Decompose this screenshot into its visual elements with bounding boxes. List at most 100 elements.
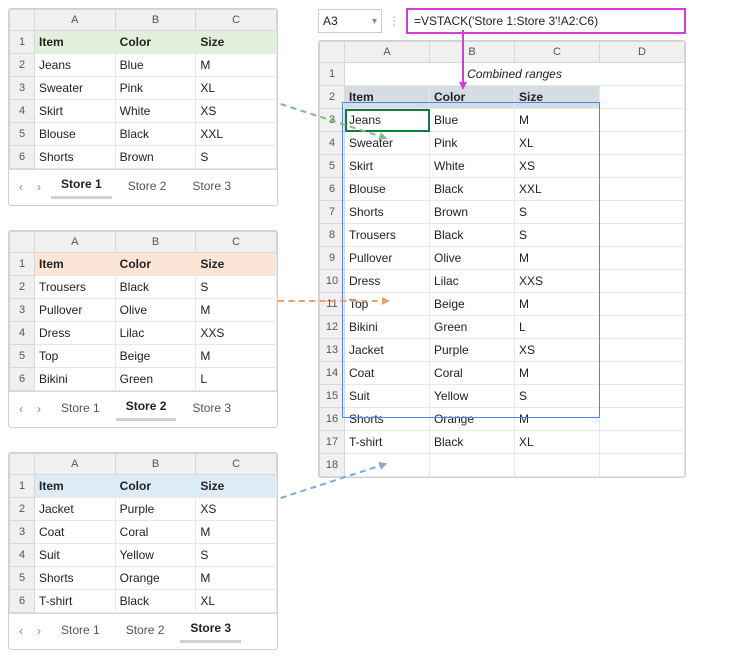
column-header[interactable]: B [115,10,196,31]
empty-cell[interactable] [600,201,685,224]
select-all[interactable] [320,42,345,63]
data-cell[interactable]: Green [430,316,515,339]
data-cell[interactable]: Jeans [35,54,116,77]
data-cell[interactable]: XL [515,431,600,454]
data-cell[interactable]: XXL [196,123,277,146]
data-cell[interactable]: XL [515,132,600,155]
row-header[interactable]: 1 [320,63,345,86]
row-header[interactable]: 6 [10,368,35,391]
data-cell[interactable]: Coral [430,362,515,385]
row-header[interactable]: 4 [320,132,345,155]
data-cell[interactable]: Dress [35,322,116,345]
tab-prev-icon[interactable]: ‹ [15,402,27,416]
data-cell[interactable]: Suit [345,385,430,408]
row-header[interactable]: 5 [10,345,35,368]
sheet-tab[interactable]: Store 2 [116,620,175,642]
header-cell[interactable]: Color [115,475,196,498]
row-header[interactable]: 2 [10,54,35,77]
data-cell[interactable]: S [515,385,600,408]
data-cell[interactable]: Blouse [35,123,116,146]
data-cell[interactable]: S [515,224,600,247]
select-all[interactable] [10,232,35,253]
data-cell[interactable]: Blouse [345,178,430,201]
data-cell[interactable]: Jacket [345,339,430,362]
header-cell[interactable]: Size [196,253,277,276]
row-header[interactable]: 6 [10,590,35,613]
header-cell[interactable]: Item [35,253,116,276]
data-cell[interactable]: Suit [35,544,116,567]
row-header[interactable]: 2 [10,276,35,299]
row-header[interactable]: 9 [320,247,345,270]
row-header[interactable]: 14 [320,362,345,385]
empty-cell[interactable] [600,224,685,247]
header-cell[interactable]: Size [196,475,277,498]
row-header[interactable]: 5 [320,155,345,178]
row-header[interactable]: 10 [320,270,345,293]
title-cell[interactable]: Combined ranges [345,63,685,86]
row-header[interactable]: 2 [10,498,35,521]
data-cell[interactable]: Orange [115,567,196,590]
row-header[interactable]: 17 [320,431,345,454]
data-cell[interactable]: M [196,521,277,544]
row-header[interactable]: 3 [320,109,345,132]
sheet-tab[interactable]: Store 2 [118,176,177,198]
data-cell[interactable]: Brown [115,146,196,169]
data-cell[interactable]: Black [430,224,515,247]
data-cell[interactable]: L [196,368,277,391]
header-cell[interactable]: Item [35,475,116,498]
data-cell[interactable]: XS [196,100,277,123]
row-header[interactable]: 1 [10,31,35,54]
header-cell[interactable]: Color [115,253,196,276]
row-header[interactable]: 2 [320,86,345,109]
data-cell[interactable]: S [196,146,277,169]
empty-cell[interactable] [600,454,685,477]
row-header[interactable]: 6 [10,146,35,169]
column-header[interactable]: A [35,232,116,253]
tab-next-icon[interactable]: › [33,624,45,638]
data-cell[interactable]: M [515,293,600,316]
active-cell[interactable]: Jeans [345,109,430,132]
data-cell[interactable]: Sweater [345,132,430,155]
tab-prev-icon[interactable]: ‹ [15,624,27,638]
data-cell[interactable]: Shorts [345,408,430,431]
row-header[interactable]: 12 [320,316,345,339]
sheet-tab[interactable]: Store 3 [182,398,241,420]
empty-cell[interactable] [515,454,600,477]
row-header[interactable]: 5 [10,123,35,146]
column-header[interactable]: C [196,10,277,31]
header-cell[interactable]: Item [345,86,430,109]
data-cell[interactable]: Black [430,178,515,201]
row-header[interactable]: 1 [10,253,35,276]
empty-cell[interactable] [600,431,685,454]
sheet-tab[interactable]: Store 3 [180,618,241,643]
data-cell[interactable]: Yellow [430,385,515,408]
sheet-tab[interactable]: Store 3 [182,176,241,198]
name-box[interactable]: A3 ▾ [318,9,382,33]
data-cell[interactable]: Coat [35,521,116,544]
data-cell[interactable]: Olive [115,299,196,322]
row-header[interactable]: 5 [10,567,35,590]
data-cell[interactable]: Top [345,293,430,316]
data-cell[interactable]: Jacket [35,498,116,521]
data-cell[interactable]: S [196,276,277,299]
data-cell[interactable]: XXS [515,270,600,293]
data-cell[interactable]: Dress [345,270,430,293]
column-header[interactable]: D [600,42,685,63]
empty-cell[interactable] [600,132,685,155]
empty-cell[interactable] [600,339,685,362]
row-header[interactable]: 15 [320,385,345,408]
row-header[interactable]: 18 [320,454,345,477]
empty-cell[interactable] [600,316,685,339]
data-cell[interactable]: Pink [430,132,515,155]
data-cell[interactable]: S [515,201,600,224]
column-header[interactable]: A [35,454,116,475]
select-all[interactable] [10,10,35,31]
data-cell[interactable]: T-shirt [35,590,116,613]
sheet-tab[interactable]: Store 1 [51,398,110,420]
data-cell[interactable]: Black [115,123,196,146]
data-cell[interactable]: Beige [430,293,515,316]
data-cell[interactable]: Shorts [35,146,116,169]
row-header[interactable]: 4 [10,544,35,567]
data-cell[interactable]: Lilac [430,270,515,293]
data-cell[interactable]: Shorts [35,567,116,590]
